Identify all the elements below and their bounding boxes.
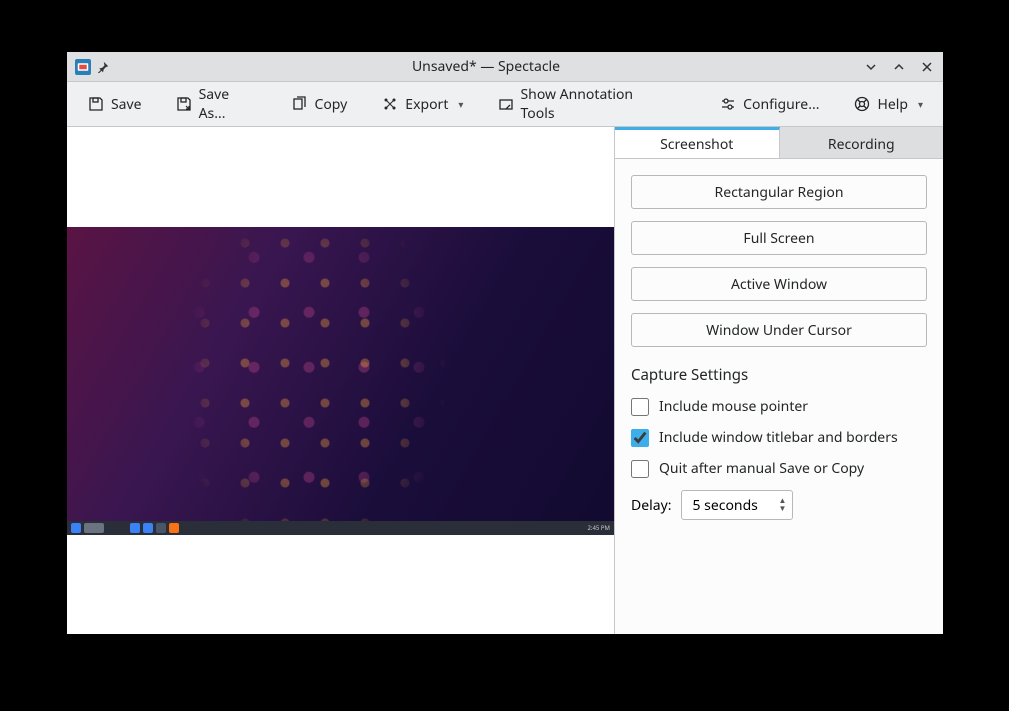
- quit-after-save-row[interactable]: Quit after manual Save or Copy: [631, 459, 927, 478]
- saveas-label: Save As...: [199, 85, 257, 123]
- copy-icon: [290, 95, 308, 113]
- quit-after-save-label: Quit after manual Save or Copy: [659, 459, 864, 478]
- configure-button[interactable]: Configure...: [713, 91, 825, 118]
- saveas-button[interactable]: Save As...: [170, 81, 263, 127]
- help-button[interactable]: Help ▾: [847, 91, 929, 118]
- preview-clock: 2:45 PM: [587, 524, 610, 532]
- help-label: Help: [877, 95, 908, 114]
- tab-screenshot[interactable]: Screenshot: [615, 127, 780, 158]
- saveas-icon: [176, 95, 193, 113]
- window-under-cursor-button[interactable]: Window Under Cursor: [631, 313, 927, 347]
- rectangular-region-button[interactable]: Rectangular Region: [631, 175, 927, 209]
- spin-arrows[interactable]: ▲▼: [778, 497, 786, 513]
- window-title: Unsaved* — Spectacle: [109, 57, 863, 76]
- full-screen-button[interactable]: Full Screen: [631, 221, 927, 255]
- export-label: Export: [405, 95, 448, 114]
- screenshot-preview[interactable]: 2:45 PM: [67, 227, 614, 535]
- annotate-label: Show Annotation Tools: [521, 85, 664, 123]
- content-area: 2:45 PM Screenshot Recording Rectangular…: [67, 127, 943, 634]
- copy-button[interactable]: Copy: [284, 91, 353, 118]
- preview-task-icon: [130, 523, 140, 533]
- configure-icon: [719, 95, 737, 113]
- titlebar: Unsaved* — Spectacle: [67, 52, 943, 82]
- include-titlebar-checkbox[interactable]: [631, 429, 649, 447]
- preview-start-icon: [71, 523, 81, 533]
- pin-icon[interactable]: [97, 61, 109, 73]
- include-titlebar-row[interactable]: Include window titlebar and borders: [631, 428, 927, 447]
- preview-task-icon: [156, 523, 166, 533]
- maximize-icon[interactable]: [891, 59, 907, 75]
- capture-settings-heading: Capture Settings: [631, 365, 927, 385]
- export-icon: [381, 95, 399, 113]
- annotate-button[interactable]: Show Annotation Tools: [491, 81, 669, 127]
- save-label: Save: [111, 95, 142, 114]
- tab-bar: Screenshot Recording: [615, 127, 943, 159]
- side-panel: Screenshot Recording Rectangular Region …: [615, 127, 943, 634]
- preview-task-icon: [84, 523, 104, 533]
- spectacle-window: Unsaved* — Spectacle Save Save As... Cop…: [67, 52, 943, 634]
- spin-down-icon[interactable]: ▼: [778, 505, 786, 513]
- close-icon[interactable]: [919, 59, 935, 75]
- annotate-icon: [497, 95, 514, 113]
- save-icon: [87, 95, 105, 113]
- panel-body: Rectangular Region Full Screen Active Wi…: [615, 159, 943, 634]
- include-mouse-label: Include mouse pointer: [659, 397, 808, 416]
- active-window-button[interactable]: Active Window: [631, 267, 927, 301]
- tab-recording[interactable]: Recording: [780, 127, 944, 158]
- minimize-icon[interactable]: [863, 59, 879, 75]
- preview-taskbar: 2:45 PM: [67, 521, 614, 535]
- toolbar: Save Save As... Copy Export ▾ Show Annot…: [67, 82, 943, 127]
- export-button[interactable]: Export ▾: [375, 91, 469, 118]
- quit-after-save-checkbox[interactable]: [631, 460, 649, 478]
- preview-task-icon: [143, 523, 153, 533]
- copy-label: Copy: [314, 95, 347, 114]
- delay-spinbox[interactable]: 5 seconds ▲▼: [681, 490, 793, 520]
- delay-row: Delay: 5 seconds ▲▼: [631, 490, 927, 520]
- configure-label: Configure...: [743, 95, 819, 114]
- chevron-down-icon: ▾: [918, 97, 923, 111]
- preview-pane: 2:45 PM: [67, 127, 615, 634]
- help-icon: [853, 95, 871, 113]
- delay-value: 5 seconds: [692, 496, 772, 515]
- include-titlebar-label: Include window titlebar and borders: [659, 428, 898, 447]
- save-button[interactable]: Save: [81, 91, 148, 118]
- include-mouse-row[interactable]: Include mouse pointer: [631, 397, 927, 416]
- chevron-down-icon: ▾: [458, 97, 463, 111]
- app-icon: [75, 59, 91, 75]
- delay-label: Delay:: [631, 496, 671, 515]
- include-mouse-checkbox[interactable]: [631, 398, 649, 416]
- preview-task-icon: [169, 523, 179, 533]
